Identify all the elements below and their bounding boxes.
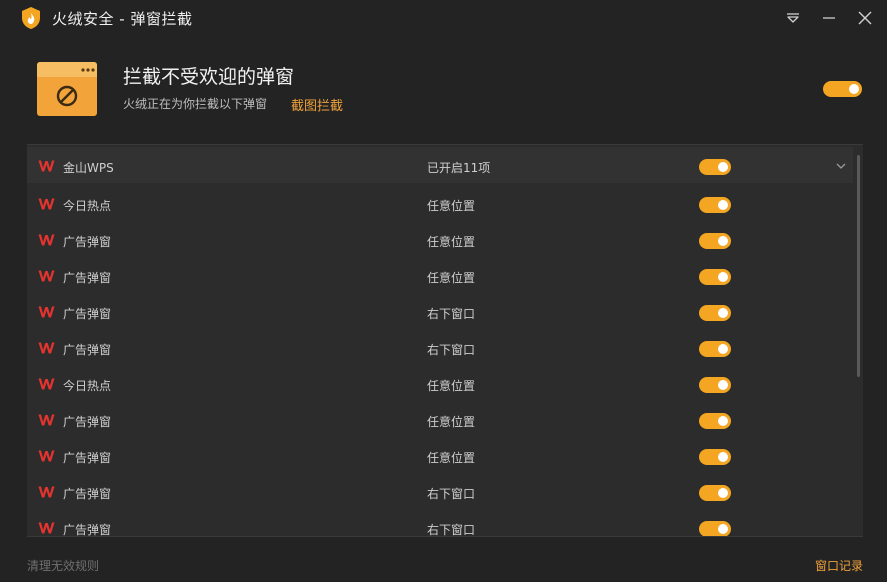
rule-name: 广告弹窗	[63, 523, 112, 537]
rule-name: 今日热点	[63, 199, 112, 213]
rule-toggle[interactable]	[699, 413, 731, 429]
scrollbar[interactable]	[857, 155, 860, 377]
menu-button[interactable]	[783, 8, 803, 28]
wps-icon	[38, 234, 55, 246]
clean-invalid-rules-link[interactable]: 清理无效规则	[27, 557, 99, 574]
rule-toggle[interactable]	[699, 521, 731, 536]
popup-rule-list: 金山WPS 已开启11项 今日热点 任意位置 广告弹窗 任意位置 广告弹窗 任意位置 广告弹窗右…	[27, 144, 863, 537]
list-item: 广告弹窗 右下窗口	[27, 473, 853, 509]
wps-icon	[38, 450, 55, 462]
menu-icon	[787, 13, 799, 23]
list-item: 广告弹窗 任意位置	[27, 257, 853, 293]
wps-icon	[38, 414, 55, 426]
rule-name: 广告弹窗	[63, 271, 112, 285]
rule-name: 金山WPS	[63, 161, 114, 175]
wps-icon	[38, 522, 55, 534]
close-icon	[858, 11, 872, 25]
rule-name: 广告弹窗	[63, 451, 112, 465]
rule-toggle[interactable]	[699, 197, 731, 213]
rule-position: 任意位置	[427, 415, 476, 429]
rule-toggle[interactable]	[699, 233, 731, 249]
screenshot-block-link[interactable]: 截图拦截	[291, 95, 343, 114]
rule-toggle[interactable]	[699, 159, 731, 175]
rule-toggle[interactable]	[699, 269, 731, 285]
list-item: 今日热点 任意位置	[27, 185, 853, 221]
wps-icon	[38, 198, 55, 210]
rule-name: 广告弹窗	[63, 235, 112, 249]
minimize-button[interactable]	[819, 8, 839, 28]
list-item: 金山WPS 已开启11项	[27, 147, 853, 183]
master-toggle-wrap	[823, 81, 862, 97]
page-title: 拦截不受欢迎的弹窗	[123, 66, 295, 88]
rule-name: 广告弹窗	[63, 487, 112, 501]
rule-position: 任意位置	[427, 271, 476, 285]
rule-position: 右下窗口	[427, 307, 476, 321]
rule-position: 任意位置	[427, 379, 476, 393]
wps-icon	[38, 270, 55, 282]
rule-name: 广告弹窗	[63, 343, 112, 357]
rule-position: 右下窗口	[427, 343, 476, 357]
list-item: 广告弹窗 右下窗口	[27, 509, 853, 537]
wps-icon	[38, 486, 55, 498]
list-item: 广告弹窗 任意位置	[27, 221, 853, 257]
rule-toggle[interactable]	[699, 485, 731, 501]
rule-toggle[interactable]	[699, 449, 731, 465]
rule-position: 任意位置	[427, 235, 476, 249]
title-bar: 火绒安全 - 弹窗拦截	[0, 0, 887, 36]
wps-icon	[38, 342, 55, 354]
wps-icon	[38, 306, 55, 318]
chevron-down-icon[interactable]	[835, 161, 847, 171]
rule-position: 右下窗口	[427, 487, 476, 501]
window-log-link[interactable]: 窗口记录	[815, 557, 863, 574]
rule-name: 今日热点	[63, 379, 112, 393]
rule-toggle[interactable]	[699, 341, 731, 357]
popup-block-icon	[37, 62, 97, 116]
wps-icon	[38, 160, 55, 172]
rule-position: 任意位置	[427, 451, 476, 465]
list-item: 广告弹窗 任意位置	[27, 401, 853, 437]
page-subtitle: 火绒正在为你拦截以下弹窗	[123, 97, 268, 111]
list-item: 广告弹窗 右下窗口	[27, 293, 853, 329]
window-title: 火绒安全 - 弹窗拦截	[52, 10, 193, 28]
list-item: 今日热点 任意位置	[27, 365, 853, 401]
rule-toggle[interactable]	[699, 305, 731, 321]
list-item: 广告弹窗 右下窗口	[27, 329, 853, 365]
close-button[interactable]	[855, 8, 875, 28]
huorong-logo-icon	[22, 7, 40, 29]
rule-toggle[interactable]	[699, 377, 731, 393]
rule-position: 已开启11项	[427, 161, 491, 175]
rule-position: 任意位置	[427, 199, 476, 213]
wps-icon	[38, 378, 55, 390]
rule-name: 广告弹窗	[63, 415, 112, 429]
minimize-icon	[823, 17, 835, 19]
master-toggle[interactable]	[823, 81, 862, 97]
rule-name: 广告弹窗	[63, 307, 112, 321]
list-item: 广告弹窗 任意位置	[27, 437, 853, 473]
rule-position: 右下窗口	[427, 523, 476, 537]
